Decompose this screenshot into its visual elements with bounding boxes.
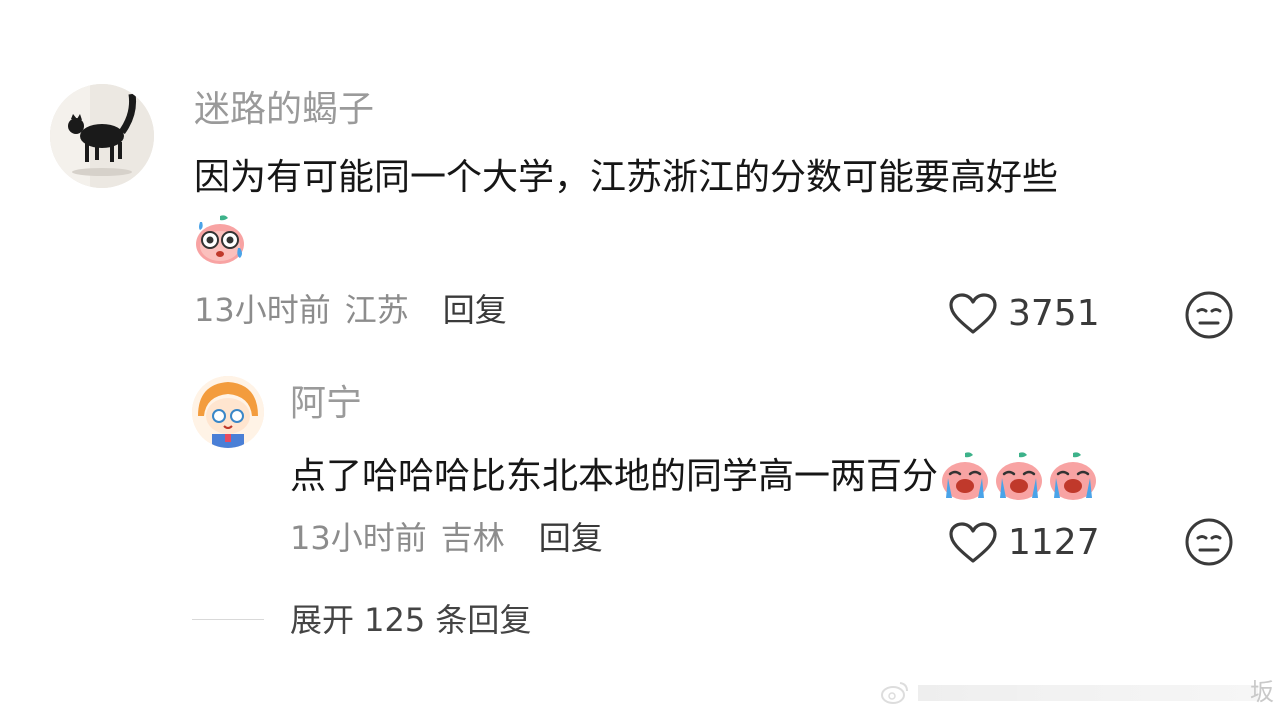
reply-avatar[interactable] <box>192 376 264 448</box>
reply-location: 吉林 <box>440 519 505 557</box>
reply-reply-button[interactable]: 回复 <box>539 520 603 556</box>
sweating-peach-icon <box>192 212 248 268</box>
comment-time: 13小时前 <box>194 291 331 329</box>
reply-like-count: 1127 <box>1008 522 1100 563</box>
cat-avatar-icon <box>50 84 154 188</box>
crying-peach-icon <box>1046 450 1100 504</box>
expand-replies-button[interactable]: 展开 125 条回复 <box>290 602 531 638</box>
avatar[interactable] <box>50 84 154 188</box>
dislike-face-icon[interactable] <box>1184 290 1234 340</box>
dislike-face-icon[interactable] <box>1184 517 1234 567</box>
comment-like-button[interactable]: 3751 <box>948 292 1100 336</box>
expand-divider <box>192 619 264 620</box>
heart-icon <box>949 522 997 563</box>
cartoon-girl-avatar-icon <box>192 376 264 448</box>
weibo-logo-icon <box>881 682 908 704</box>
comment-location: 江苏 <box>344 291 409 329</box>
comment-username[interactable]: 迷路的蝎子 <box>194 90 374 130</box>
crying-peach-icon <box>992 450 1046 504</box>
comment-reply-button[interactable]: 回复 <box>443 292 507 328</box>
watermark-text: 坂 <box>1250 678 1274 706</box>
reply-text: 点了哈哈哈比东北本地的同学高一两百分 <box>290 456 939 497</box>
crying-peach-icon <box>938 450 992 504</box>
watermark <box>880 680 1258 706</box>
watermark-blur-bar <box>918 685 1258 701</box>
reply-username[interactable]: 阿宁 <box>290 384 362 424</box>
comment-like-count: 3751 <box>1008 293 1100 334</box>
reply-like-button[interactable]: 1127 <box>948 521 1100 565</box>
comment-text: 因为有可能同一个大学，江苏浙江的分数可能要高好些 <box>194 157 1059 198</box>
heart-icon <box>949 293 997 334</box>
reply-time: 13小时前 <box>290 519 427 557</box>
